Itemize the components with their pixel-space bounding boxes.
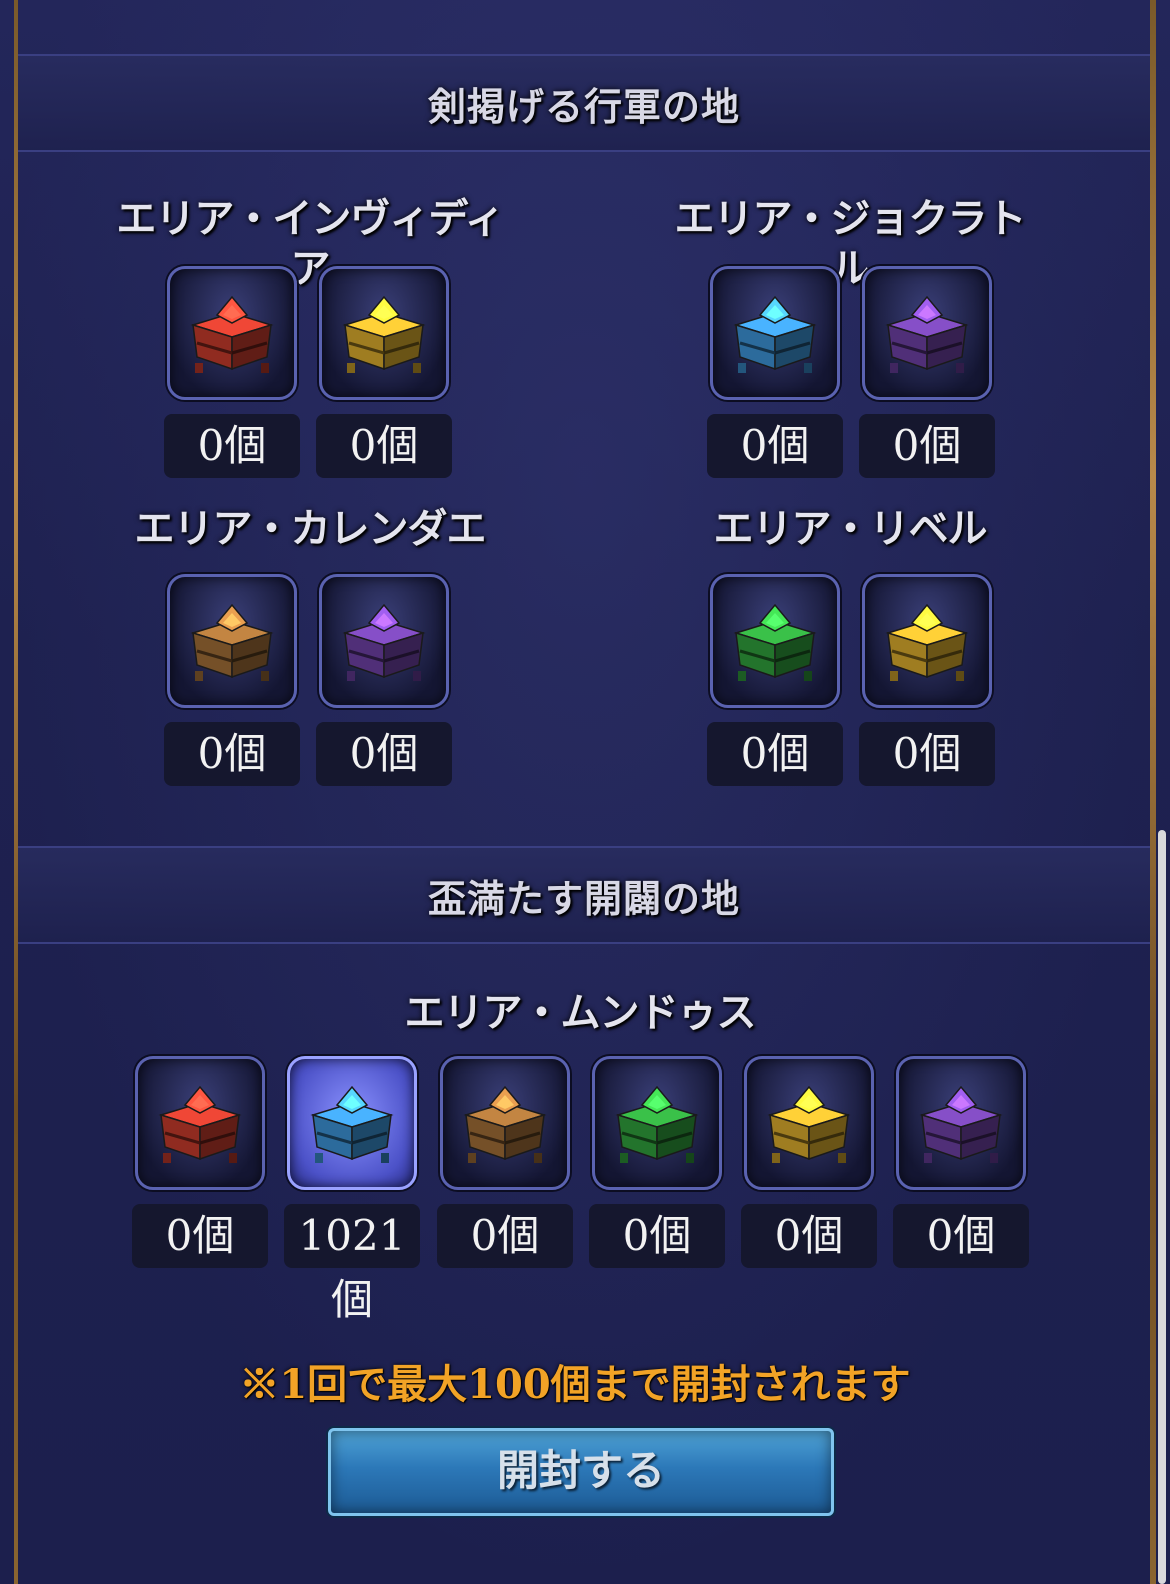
area-label-invidia: エリア・インヴィディア (50, 194, 570, 292)
chest-count: 0個 (741, 1204, 877, 1268)
chest-count: 0個 (859, 414, 995, 478)
section-header-2: 盃満たす開闢の地 (18, 846, 1150, 944)
chest-count: 0個 (859, 722, 995, 786)
treasure-chest-icon (733, 295, 817, 373)
section-title: 盃満たす開闢の地 (427, 877, 740, 921)
area-label-mundus: エリア・ムンドゥス (340, 988, 820, 1038)
chest-slot-selected[interactable] (287, 1056, 417, 1190)
treasure-chest-icon (463, 1085, 547, 1163)
chest-slot[interactable] (862, 574, 992, 708)
open-limit-note: ※1回で最大100個まで開封されます (239, 1361, 911, 1408)
treasure-chest-icon (342, 603, 426, 681)
chest-slot[interactable] (440, 1056, 570, 1190)
chest-slot[interactable] (710, 574, 840, 708)
chest-slot[interactable] (167, 266, 297, 400)
chest-slot[interactable] (862, 266, 992, 400)
treasure-chest-icon (190, 295, 274, 373)
chest-count: 0個 (316, 414, 452, 478)
open-button[interactable]: 開封する (328, 1428, 834, 1516)
left-frame-border (14, 0, 18, 1584)
scrollbar[interactable] (1158, 830, 1166, 1584)
chest-count: 0個 (707, 722, 843, 786)
chest-slot[interactable] (744, 1056, 874, 1190)
chest-count: 0個 (164, 414, 300, 478)
treasure-chest-icon (158, 1085, 242, 1163)
chest-count: 0個 (707, 414, 843, 478)
section-header-1: 剣掲げる行軍の地 (18, 54, 1150, 152)
right-frame-border (1150, 0, 1156, 1584)
chest-count: 0個 (589, 1204, 725, 1268)
chest-count: 1021個 (284, 1204, 420, 1324)
chest-slot[interactable] (592, 1056, 722, 1190)
treasure-chest-icon (885, 295, 969, 373)
chest-count: 0個 (164, 722, 300, 786)
section-title: 剣掲げる行軍の地 (427, 85, 740, 129)
treasure-chest-icon (733, 603, 817, 681)
treasure-chest-icon (885, 603, 969, 681)
treasure-chest-icon (342, 295, 426, 373)
chest-slot[interactable] (167, 574, 297, 708)
area-label-liber: エリア・リベル (640, 504, 1060, 554)
treasure-chest-icon (767, 1085, 851, 1163)
chest-count: 0個 (893, 1204, 1029, 1268)
chest-slot[interactable] (710, 266, 840, 400)
chest-slot[interactable] (319, 574, 449, 708)
chest-count: 0個 (132, 1204, 268, 1268)
treasure-chest-icon (919, 1085, 1003, 1163)
chest-slot[interactable] (135, 1056, 265, 1190)
chest-slot[interactable] (896, 1056, 1026, 1190)
treasure-chest-icon (310, 1085, 394, 1163)
area-label-calendae: エリア・カレンダエ (70, 504, 550, 554)
chest-slot[interactable] (319, 266, 449, 400)
treasure-chest-icon (190, 603, 274, 681)
treasure-chest-icon (615, 1085, 699, 1163)
chest-count: 0個 (437, 1204, 573, 1268)
chest-count: 0個 (316, 722, 452, 786)
area-label-jokratl: エリア・ジョクラトル (600, 194, 1100, 292)
